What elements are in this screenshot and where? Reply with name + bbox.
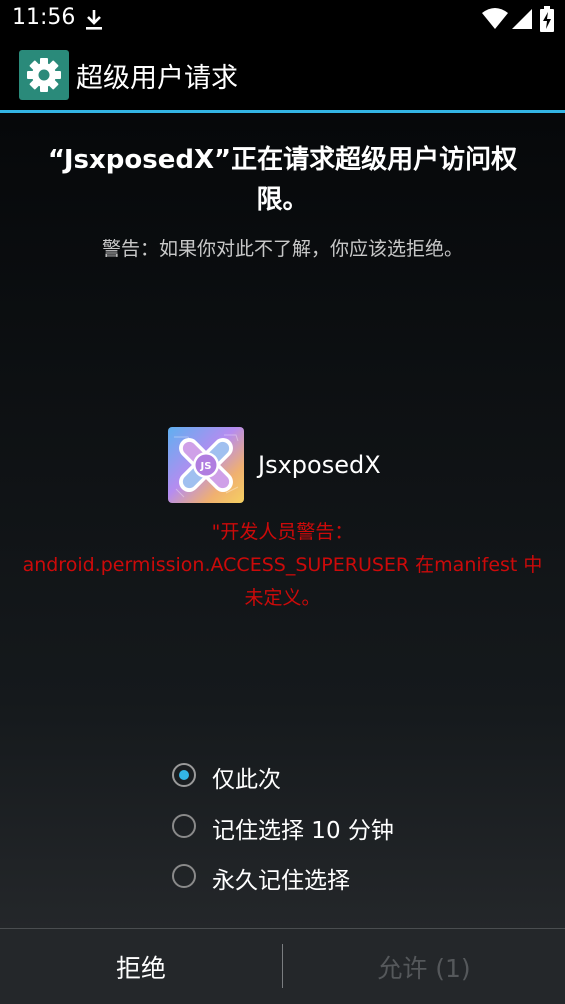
settings-gear-icon [19, 50, 69, 100]
allow-button[interactable]: 允许 (1) [283, 929, 565, 1004]
app-name: JsxposedX [258, 451, 381, 479]
request-warning: 警告：如果你对此不了解，你应该选拒绝。 [101, 238, 463, 260]
download-icon [86, 10, 102, 30]
radio-button[interactable] [172, 864, 196, 888]
option-once-label: 仅此次 [212, 767, 281, 793]
radio-button[interactable] [172, 814, 196, 838]
option-remember-10-minutes-label: 记住选择 10 分钟 [212, 818, 394, 844]
action-bar-title: 超级用户请求 [76, 63, 238, 94]
status-bar: 11:56 [0, 0, 565, 38]
app-logo-text: JS [200, 461, 212, 472]
radio-selected-dot [179, 770, 189, 780]
developer-warning: "开发人员警告：android.permission.ACCESS_SUPERU… [22, 521, 543, 609]
action-bar-accent-line [0, 110, 565, 113]
request-title: “JsxposedX”正在请求超级用户访问权限。 [47, 145, 518, 215]
radio-button-checked[interactable] [172, 763, 196, 787]
signal-icon [512, 9, 532, 29]
status-time: 11:56 [12, 5, 76, 30]
battery-charging-icon [540, 6, 554, 32]
option-remember-forever-label: 永久记住选择 [212, 868, 350, 894]
superuser-request-screen: 11:56 超级用户请求 “JsxposedX”正在请求超级用户访问权限。 警告… [0, 0, 565, 1004]
app-logo: JS [168, 427, 244, 503]
action-bar: 超级用户请求 [0, 38, 565, 110]
deny-button[interactable]: 拒绝 [0, 929, 282, 1004]
wifi-icon [482, 8, 508, 29]
